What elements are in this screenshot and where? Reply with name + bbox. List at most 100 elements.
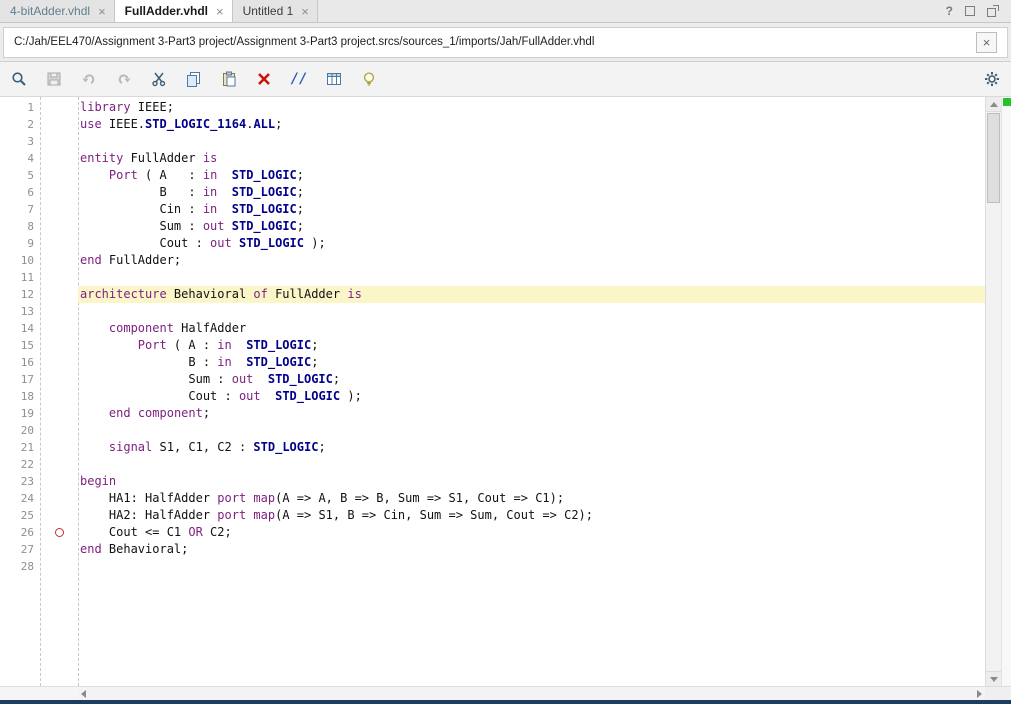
breakpoint-margin[interactable] <box>40 337 78 354</box>
code-line[interactable]: 22 <box>0 456 985 473</box>
breakpoint-margin[interactable] <box>40 286 78 303</box>
breakpoint-margin[interactable] <box>40 422 78 439</box>
tab-close-icon[interactable]: × <box>301 5 309 18</box>
breakpoint-margin[interactable] <box>40 473 78 490</box>
close-path-bar-button[interactable]: × <box>976 32 997 53</box>
breakpoint-margin[interactable] <box>40 235 78 252</box>
breakpoint-margin[interactable] <box>40 507 78 524</box>
code-line[interactable]: 6 B : in STD_LOGIC; <box>0 184 985 201</box>
breakpoint-margin[interactable] <box>40 490 78 507</box>
code-text: begin <box>78 473 985 490</box>
code-line[interactable]: 24 HA1: HalfAdder port map(A => A, B => … <box>0 490 985 507</box>
line-number: 14 <box>0 320 40 337</box>
code-line[interactable]: 17 Sum : out STD_LOGIC; <box>0 371 985 388</box>
breakpoint-margin[interactable] <box>40 354 78 371</box>
help-icon[interactable]: ? <box>946 4 953 18</box>
float-window-icon[interactable] <box>965 6 975 16</box>
code-line[interactable]: 16 B : in STD_LOGIC; <box>0 354 985 371</box>
code-line[interactable]: 12architecture Behavioral of FullAdder i… <box>0 286 985 303</box>
line-number: 6 <box>0 184 40 201</box>
breakpoint-margin[interactable] <box>40 405 78 422</box>
arrow-left-icon[interactable] <box>81 690 86 698</box>
code-text: component HalfAdder <box>78 320 985 337</box>
breakpoint-marker[interactable] <box>55 528 64 537</box>
code-line[interactable]: 13 <box>0 303 985 320</box>
comment-icon[interactable]: // <box>288 68 310 90</box>
breakpoint-margin[interactable] <box>40 150 78 167</box>
breakpoint-margin[interactable] <box>40 269 78 286</box>
breakpoint-margin[interactable] <box>40 456 78 473</box>
code-line[interactable]: 18 Cout : out STD_LOGIC ); <box>0 388 985 405</box>
column-select-icon[interactable] <box>323 68 345 90</box>
redo-icon[interactable] <box>113 68 135 90</box>
breakpoint-margin[interactable] <box>40 371 78 388</box>
breakpoint-margin[interactable] <box>40 201 78 218</box>
horizontal-scrollbar[interactable] <box>78 687 985 700</box>
code-line[interactable]: 11 <box>0 269 985 286</box>
search-icon[interactable] <box>8 68 30 90</box>
code-line[interactable]: 1library IEEE; <box>0 99 985 116</box>
breakpoint-margin[interactable] <box>40 388 78 405</box>
undo-icon[interactable] <box>78 68 100 90</box>
vertical-scrollbar[interactable] <box>985 97 1001 686</box>
tab-4bitadder[interactable]: 4-bitAdder.vhdl × <box>0 0 115 22</box>
code-line[interactable]: 21 signal S1, C1, C2 : STD_LOGIC; <box>0 439 985 456</box>
breakpoint-margin[interactable] <box>40 99 78 116</box>
breakpoint-margin[interactable] <box>40 541 78 558</box>
breakpoint-margin[interactable] <box>40 558 78 575</box>
code-line[interactable]: 23 begin <box>0 473 985 490</box>
breakpoint-margin[interactable] <box>40 218 78 235</box>
tab-untitled[interactable]: Untitled 1 × <box>233 0 318 22</box>
code-line[interactable]: 25 HA2: HalfAdder port map(A => S1, B =>… <box>0 507 985 524</box>
line-number: 12 <box>0 286 40 303</box>
code-line[interactable]: 10end FullAdder; <box>0 252 985 269</box>
code-pane[interactable]: 1library IEEE;2use IEEE.STD_LOGIC_1164.A… <box>0 97 985 686</box>
delete-icon[interactable] <box>253 68 275 90</box>
breakpoint-margin[interactable] <box>40 184 78 201</box>
code-line[interactable]: 2use IEEE.STD_LOGIC_1164.ALL; <box>0 116 985 133</box>
code-line[interactable]: 19 end component; <box>0 405 985 422</box>
code-line[interactable]: 28 <box>0 558 985 575</box>
cut-icon[interactable] <box>148 68 170 90</box>
code-text: end FullAdder; <box>78 252 985 269</box>
code-text: B : in STD_LOGIC; <box>78 354 985 371</box>
code-line[interactable]: 7 Cin : in STD_LOGIC; <box>0 201 985 218</box>
code-line[interactable]: 20 <box>0 422 985 439</box>
breakpoint-margin[interactable] <box>40 133 78 150</box>
breakpoint-margin[interactable] <box>40 252 78 269</box>
scroll-down-button[interactable] <box>986 671 1001 686</box>
breakpoint-margin[interactable] <box>40 439 78 456</box>
code-text <box>78 422 985 439</box>
breakpoint-margin[interactable] <box>40 167 78 184</box>
vertical-scrollbar-thumb[interactable] <box>987 113 1000 203</box>
code-text <box>78 269 985 286</box>
code-line[interactable]: 15 Port ( A : in STD_LOGIC; <box>0 337 985 354</box>
code-line[interactable]: 14 component HalfAdder <box>0 320 985 337</box>
save-icon[interactable] <box>43 68 65 90</box>
code-text: Cin : in STD_LOGIC; <box>78 201 985 218</box>
tab-close-icon[interactable]: × <box>98 5 106 18</box>
arrow-right-icon[interactable] <box>977 690 982 698</box>
tab-close-icon[interactable]: × <box>216 5 224 18</box>
copy-icon[interactable] <box>183 68 205 90</box>
scroll-up-button[interactable] <box>986 97 1001 112</box>
breakpoint-margin[interactable] <box>40 320 78 337</box>
breakpoint-margin[interactable] <box>40 524 78 541</box>
line-number: 23 <box>0 473 40 490</box>
code-line[interactable]: 4entity FullAdder is <box>0 150 985 167</box>
tab-fulladder[interactable]: FullAdder.vhdl × <box>115 0 233 22</box>
breakpoint-margin[interactable] <box>40 303 78 320</box>
code-line[interactable]: 5 Port ( A : in STD_LOGIC; <box>0 167 985 184</box>
line-number: 18 <box>0 388 40 405</box>
code-line[interactable]: 26 Cout <= C1 OR C2; <box>0 524 985 541</box>
paste-icon[interactable] <box>218 68 240 90</box>
code-line[interactable]: 27end Behavioral; <box>0 541 985 558</box>
code-line[interactable]: 3 <box>0 133 985 150</box>
code-line[interactable]: 8 Sum : out STD_LOGIC; <box>0 218 985 235</box>
code-line[interactable]: 9 Cout : out STD_LOGIC ); <box>0 235 985 252</box>
external-window-icon[interactable] <box>987 5 999 17</box>
breakpoint-margin[interactable] <box>40 116 78 133</box>
bulb-icon[interactable] <box>358 68 380 90</box>
line-number: 20 <box>0 422 40 439</box>
settings-gear-icon[interactable] <box>981 68 1003 90</box>
